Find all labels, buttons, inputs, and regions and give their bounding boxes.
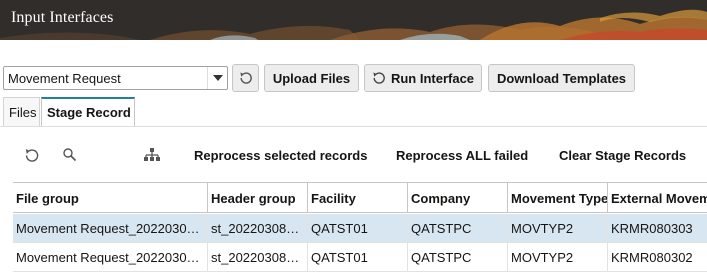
table-row[interactable]: Movement Request_2022030… st_20220308… Q… bbox=[13, 214, 707, 243]
tab-stage-record[interactable]: Stage Record bbox=[41, 97, 135, 126]
table-cell: QATSTPC bbox=[408, 243, 508, 271]
table-cell: KRMR080303 bbox=[611, 220, 693, 236]
table-cell: Movement Request_2022030… bbox=[13, 214, 208, 242]
column-header-file-group[interactable]: File group bbox=[13, 183, 208, 213]
tab-files[interactable]: Files bbox=[3, 97, 40, 126]
run-interface-button[interactable]: Run Interface bbox=[364, 64, 482, 92]
table-cell: QATSTPC bbox=[408, 214, 508, 242]
page-header-banner: Input Interfaces bbox=[0, 0, 707, 40]
column-header-external-movement[interactable]: External Movem bbox=[608, 183, 707, 213]
tab-stage-record-label: Stage Record bbox=[47, 105, 131, 120]
chevron-down-icon bbox=[212, 75, 223, 81]
table-cell: QATST01 bbox=[308, 243, 408, 271]
tab-files-label: Files bbox=[9, 104, 37, 120]
table-cell: Movement Request_2022030… bbox=[13, 243, 208, 271]
table-row[interactable]: Movement Request_2022030… st_20220308… Q… bbox=[13, 243, 707, 272]
search-icon[interactable] bbox=[62, 147, 78, 163]
upload-files-button[interactable]: Upload Files bbox=[264, 64, 359, 92]
refresh-icon bbox=[373, 72, 385, 84]
page-title: Input Interfaces bbox=[11, 9, 114, 26]
column-header-movement-type[interactable]: Movement Type bbox=[508, 183, 608, 213]
table-cell: st_20220308… bbox=[208, 214, 308, 242]
table-cell: MOVTYP2 bbox=[508, 243, 608, 271]
reprocess-selected-button[interactable]: Reprocess selected records bbox=[194, 148, 367, 163]
table-cell: QATST01 bbox=[308, 214, 408, 242]
table-header: File group Header group Facility Company… bbox=[13, 182, 707, 213]
tab-divider bbox=[0, 126, 707, 127]
interface-select-value: Movement Request bbox=[8, 71, 121, 86]
download-templates-button[interactable]: Download Templates bbox=[488, 64, 635, 92]
column-header-header-group[interactable]: Header group bbox=[208, 183, 308, 213]
clear-stage-records-button[interactable]: Clear Stage Records bbox=[559, 148, 686, 163]
reprocess-all-failed-button[interactable]: Reprocess ALL failed bbox=[396, 148, 528, 163]
dropdown-toggle[interactable] bbox=[207, 67, 227, 89]
table-cell: MOVTYP2 bbox=[508, 214, 608, 242]
table-cell: KRMR080302 bbox=[611, 249, 693, 265]
hierarchy-icon[interactable] bbox=[143, 147, 161, 163]
interface-select[interactable]: Movement Request bbox=[3, 66, 228, 90]
column-header-company[interactable]: Company bbox=[408, 183, 508, 213]
run-interface-label: Run Interface bbox=[390, 70, 475, 86]
column-header-facility[interactable]: Facility bbox=[308, 183, 408, 213]
table-cell: st_20220308… bbox=[208, 243, 308, 271]
upload-files-label: Upload Files bbox=[272, 70, 351, 86]
refresh-icon[interactable] bbox=[24, 147, 40, 163]
refresh-button[interactable] bbox=[232, 64, 259, 92]
download-templates-label: Download Templates bbox=[496, 70, 627, 86]
refresh-icon bbox=[239, 72, 252, 84]
